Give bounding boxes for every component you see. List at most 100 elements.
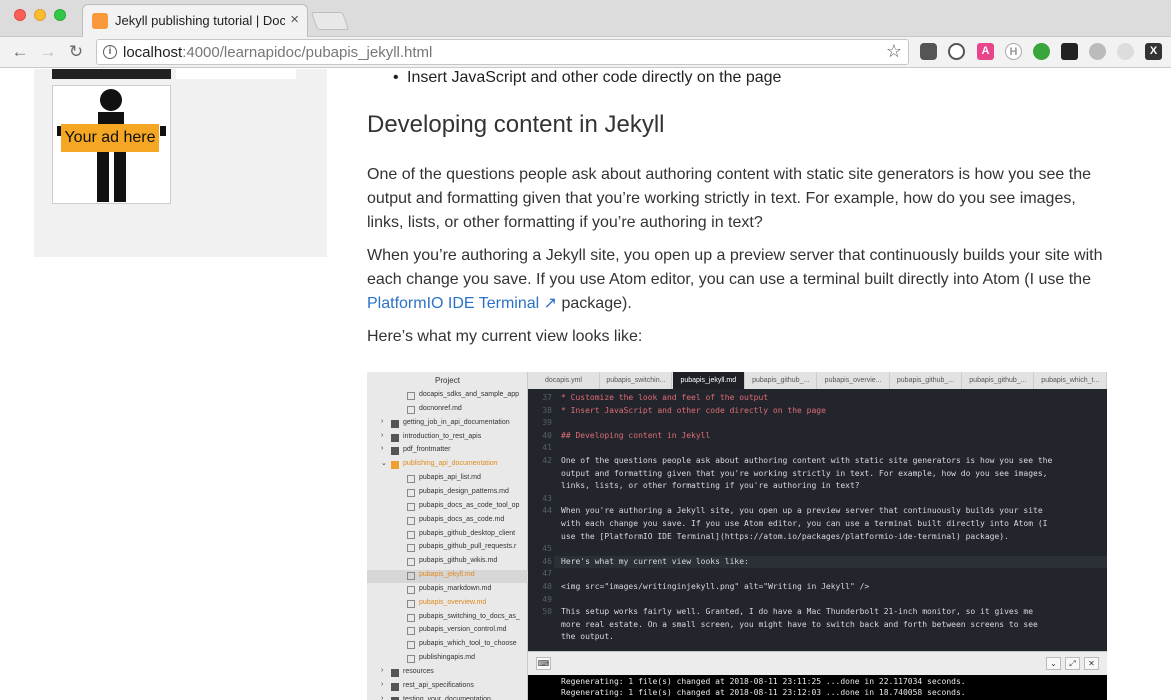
tree-item-label: pubapis_docs_as_code_tool_op bbox=[419, 501, 520, 509]
tab-close-icon[interactable]: × bbox=[290, 11, 299, 28]
list-item: Insert JavaScript and other code directl… bbox=[393, 69, 781, 87]
editor-tab[interactable]: pubapis_github_... bbox=[745, 372, 818, 389]
line-number: 47 bbox=[542, 569, 552, 579]
paragraph-2: When you’re authoring a Jekyll site, you… bbox=[367, 244, 1105, 316]
tree-item[interactable]: pubapis_which_tool_to_choose bbox=[367, 639, 528, 652]
onepassword-extension-icon[interactable] bbox=[948, 43, 965, 60]
terminal-panel[interactable]: Regenerating: 1 file(s) changed at 2018-… bbox=[528, 675, 1107, 700]
file-icon bbox=[407, 502, 415, 511]
address-bar[interactable]: i localhost:4000/learnapidoc/pubapis_jek… bbox=[96, 39, 909, 65]
ad-banner-top-2[interactable] bbox=[176, 69, 296, 79]
code-line[interactable]: When you're authoring a Jekyll site, you… bbox=[561, 506, 1043, 515]
tree-item[interactable]: publishingapis.md bbox=[367, 653, 528, 666]
file-icon bbox=[407, 392, 415, 400]
ad-image[interactable]: Your ad here bbox=[52, 85, 171, 204]
file-icon bbox=[407, 585, 415, 594]
new-tab-button[interactable] bbox=[310, 12, 350, 30]
code-line[interactable]: This setup works fairly well. Granted, I… bbox=[561, 607, 1033, 616]
reload-button[interactable]: ↻ bbox=[65, 41, 87, 63]
dark-extension-icon[interactable] bbox=[1061, 43, 1078, 60]
tree-item[interactable]: pubapis_jekyll.md bbox=[367, 570, 528, 584]
code-pane[interactable]: 37 38 39 40 41 42 43 44 45 46 47 48 49 50 * Customize … bbox=[528, 389, 1107, 651]
chevron-icon[interactable]: › bbox=[381, 418, 383, 425]
code-line[interactable]: the output. bbox=[561, 632, 614, 641]
code-line[interactable]: use the [PlatformIO IDE Terminal](https:… bbox=[561, 532, 1009, 541]
tree-item[interactable]: › pdf_frontmatter bbox=[367, 445, 528, 458]
green-extension-icon[interactable] bbox=[1033, 43, 1050, 60]
tree-item[interactable]: ⌄ publishing_api_documentation bbox=[367, 459, 528, 472]
code-line[interactable]: with each change you save. If you use At… bbox=[561, 519, 1047, 528]
tree-item[interactable]: › testing_your_documentation bbox=[367, 695, 528, 700]
tree-item-label: pubapis_jekyll.md bbox=[419, 571, 475, 579]
editor-tab[interactable]: pubapis_github_... bbox=[962, 372, 1035, 389]
pocket-extension-icon[interactable] bbox=[920, 43, 937, 60]
tree-item[interactable]: pubapis_markdown.md bbox=[367, 584, 528, 597]
bookmark-star-icon[interactable]: ☆ bbox=[886, 41, 902, 62]
chevron-down-icon[interactable]: ⌄ bbox=[1046, 657, 1061, 670]
tree-item[interactable]: pubapis_switching_to_docs_as_ bbox=[367, 612, 528, 625]
editor-tab[interactable]: pubapis_which_t... bbox=[1035, 372, 1107, 389]
chevron-icon[interactable]: › bbox=[381, 695, 383, 700]
code-line[interactable]: * Customize the look and feel of the out… bbox=[561, 393, 768, 402]
window-maximize-button[interactable] bbox=[54, 9, 66, 21]
chevron-icon[interactable]: › bbox=[381, 445, 383, 452]
code-line[interactable]: links, lists, or other formatting if you… bbox=[561, 481, 860, 490]
forward-button[interactable]: → bbox=[37, 41, 59, 63]
tree-item[interactable]: › getting_job_in_api_documentation bbox=[367, 418, 528, 431]
editor-tab[interactable]: pubapis_overvie... bbox=[818, 372, 890, 389]
x-extension-icon[interactable]: X bbox=[1145, 43, 1162, 60]
window-minimize-button[interactable] bbox=[34, 9, 46, 21]
browser-tab-active[interactable]: Jekyll publishing tutorial | Doc × bbox=[82, 4, 308, 37]
site-info-icon[interactable]: i bbox=[103, 45, 117, 59]
code-line[interactable]: <img src="images/writinginjekyll.png" al… bbox=[561, 582, 869, 591]
tree-item[interactable]: pubapis_overview.md bbox=[367, 598, 528, 611]
external-link-icon[interactable]: ↗ bbox=[539, 295, 557, 312]
tree-item[interactable]: pubapis_docs_as_code_tool_op bbox=[367, 501, 528, 514]
section-heading: Developing content in Jekyll bbox=[367, 111, 665, 138]
code-line[interactable]: ## Developing content in Jekyll bbox=[561, 431, 710, 440]
window-close-button[interactable] bbox=[14, 9, 26, 21]
chevron-icon[interactable]: › bbox=[381, 667, 383, 674]
chevron-icon[interactable]: ⌄ bbox=[381, 459, 387, 467]
code-line[interactable]: more real estate. On a small screen, you… bbox=[561, 620, 1038, 629]
ad-banner-top[interactable] bbox=[52, 69, 171, 79]
h-extension-icon[interactable]: H bbox=[1005, 43, 1022, 60]
platformio-link[interactable]: PlatformIO IDE Terminal bbox=[367, 295, 539, 312]
tree-item[interactable]: docnonref.md bbox=[367, 404, 528, 417]
chevron-icon[interactable]: › bbox=[381, 432, 383, 439]
back-button[interactable]: ← bbox=[9, 41, 31, 63]
editor-tab[interactable]: pubapis_github_... bbox=[890, 372, 962, 389]
code-line[interactable]: One of the questions people ask about au… bbox=[561, 456, 1052, 465]
editor-tab[interactable]: pubapis_switchin... bbox=[600, 372, 673, 389]
line-number: 43 bbox=[542, 493, 552, 503]
gray-extension-icon[interactable] bbox=[1089, 43, 1106, 60]
project-tree-header: Project bbox=[435, 376, 460, 385]
tree-item[interactable]: docapis_sdks_and_sample_app bbox=[367, 390, 528, 403]
tree-item[interactable]: pubapis_docs_as_code.md bbox=[367, 515, 528, 528]
keyboard-icon[interactable]: ⌨ bbox=[536, 657, 551, 670]
tree-item[interactable]: pubapis_design_patterns.md bbox=[367, 487, 528, 500]
tab-title: Jekyll publishing tutorial | Doc bbox=[115, 13, 285, 28]
a-extension-icon[interactable]: A bbox=[977, 43, 994, 60]
url-text[interactable]: localhost:4000/learnapidoc/pubapis_jekyl… bbox=[123, 44, 432, 61]
tree-item[interactable]: pubapis_version_control.md bbox=[367, 625, 528, 638]
light-extension-icon[interactable] bbox=[1117, 43, 1134, 60]
tree-item[interactable]: › rest_api_specifications bbox=[367, 681, 528, 694]
tree-item[interactable]: pubapis_github_wikis.md bbox=[367, 556, 528, 569]
chevron-icon[interactable]: › bbox=[381, 681, 383, 688]
line-number: 42 bbox=[542, 456, 552, 465]
close-icon[interactable]: ✕ bbox=[1084, 657, 1099, 670]
editor-tab[interactable]: pubapis_jekyll.md bbox=[672, 372, 745, 389]
tree-item[interactable]: pubapis_github_pull_requests.r bbox=[367, 542, 528, 555]
code-line[interactable]: Here's what my current view looks like: bbox=[561, 557, 749, 566]
tree-item[interactable]: › introduction_to_rest_apis bbox=[367, 432, 528, 445]
code-line[interactable]: output and formatting given that you're … bbox=[561, 469, 1047, 478]
code-line[interactable]: * Insert JavaScript and other code direc… bbox=[561, 406, 826, 415]
tree-item[interactable]: pubapis_api_list.md bbox=[367, 473, 528, 486]
maximize-icon[interactable]: ⤢ bbox=[1065, 657, 1080, 670]
browser-titlebar: Jekyll publishing tutorial | Doc × bbox=[0, 0, 1171, 37]
tree-item[interactable]: pubapis_github_desktop_client bbox=[367, 529, 528, 542]
editor-tab[interactable]: docapis.yml bbox=[528, 372, 600, 389]
editor-status-bar: ⌨ ⌄ ⤢ ✕ bbox=[528, 651, 1107, 675]
tree-item[interactable]: › resources bbox=[367, 667, 528, 680]
